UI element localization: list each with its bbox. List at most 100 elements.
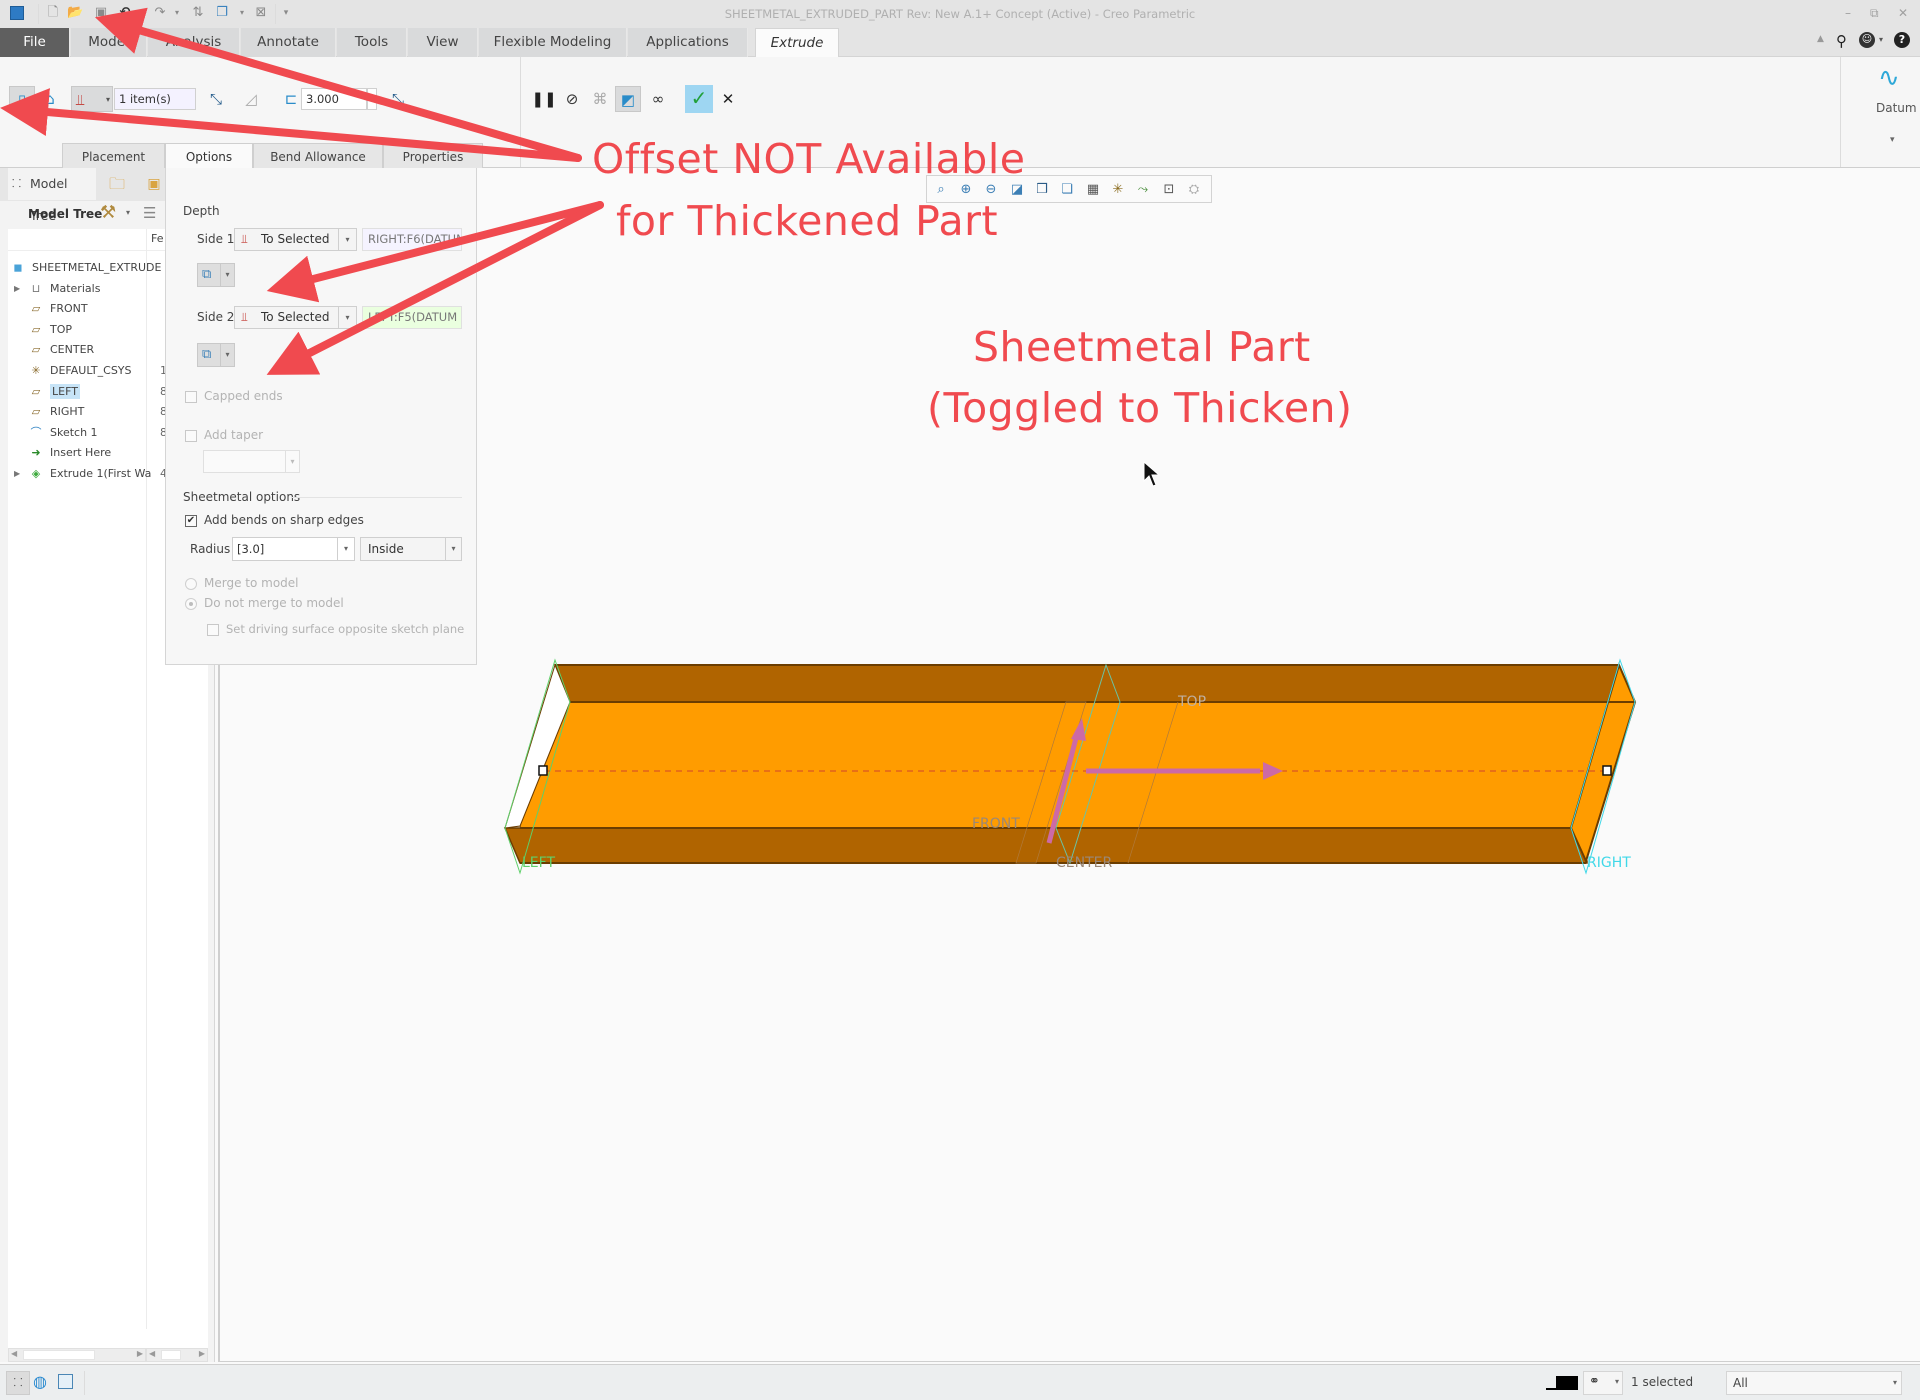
tab-properties[interactable]: Properties	[383, 143, 483, 169]
thickness-dropdown[interactable]	[367, 88, 377, 110]
side1-depth-dropdown[interactable]: ⫫ To Selected ▾	[234, 228, 357, 251]
tab-options[interactable]: Options	[165, 143, 253, 169]
surface-button[interactable]: ⌂	[37, 86, 63, 112]
community-dropdown-icon[interactable]: ▾	[1879, 35, 1883, 44]
side2-reference-field[interactable]: LEFT:F5(DATUM PLANE)	[362, 306, 462, 329]
tab-applications[interactable]: Applications	[628, 28, 748, 57]
add-taper-checkbox[interactable]	[185, 430, 197, 442]
tree-item[interactable]: ▶ ◈ Extrude 1(First Wa	[14, 464, 151, 484]
datum-label[interactable]: Datum	[1876, 101, 1917, 115]
find-button[interactable]: ⚭ ▾	[1583, 1371, 1623, 1395]
minimize-icon[interactable]: –	[1845, 6, 1851, 20]
tree-item[interactable]: ▱ FRONT	[16, 299, 88, 319]
driving-surface-checkbox[interactable]	[207, 624, 219, 636]
tab-view[interactable]: View	[408, 28, 478, 57]
side1-reference-field[interactable]: RIGHT:F6(DATUM PLANE)	[362, 228, 462, 251]
datum-icon[interactable]: ∿	[1878, 63, 1900, 93]
scroll-left-icon[interactable]: ◀	[11, 1349, 17, 1358]
add-bends-checkbox[interactable]: ✔	[185, 515, 197, 527]
tree-item[interactable]: ➜ Insert Here	[16, 443, 111, 463]
preview-button[interactable]: ⌘	[587, 86, 613, 112]
column-h-scrollbar[interactable]: ◀ ▶	[146, 1348, 208, 1362]
tree-item[interactable]: ▱ RIGHT	[16, 402, 85, 422]
scroll-right-icon[interactable]: ▶	[199, 1349, 205, 1358]
do-not-merge-radio[interactable]	[185, 598, 197, 610]
section-icon[interactable]: ⛭	[1184, 180, 1204, 200]
pause-button[interactable]: ❚❚	[531, 86, 557, 112]
thickness-input[interactable]: 3.000	[301, 88, 367, 110]
tree-item[interactable]: ▱ CENTER	[16, 340, 94, 360]
restore-icon[interactable]: ⧉	[1870, 6, 1879, 21]
tab-bend-allowance[interactable]: Bend Allowance	[253, 143, 383, 169]
tab-flexible-modeling[interactable]: Flexible Modeling	[479, 28, 627, 57]
browser-icon[interactable]: ◍	[33, 1372, 47, 1391]
collapse-ribbon-icon[interactable]: ▲	[1817, 34, 1824, 44]
side2-offset-dropdown[interactable]: ⧉ ▾	[197, 343, 235, 367]
tree-item[interactable]: ⌒ Sketch 1	[16, 423, 98, 443]
tab-file[interactable]: File	[0, 28, 70, 57]
tree-item[interactable]: ▶ ⊔ Materials	[14, 279, 100, 299]
remove-material-button[interactable]: ◿	[238, 86, 264, 112]
side2-depth-dropdown[interactable]: ⫫ To Selected ▾	[234, 306, 357, 329]
settings-icon[interactable]: ⚒	[100, 202, 116, 223]
column-header-feature[interactable]: Fe	[151, 232, 164, 245]
tab-placement[interactable]: Placement	[62, 143, 165, 169]
show-list-icon[interactable]: ☰	[143, 204, 156, 222]
solid-button[interactable]: ▯	[9, 86, 35, 112]
ok-button[interactable]: ✓	[685, 85, 713, 113]
tab-tools[interactable]: Tools	[337, 28, 407, 57]
annotation-display-icon[interactable]: ⊡	[1159, 180, 1179, 200]
close-icon[interactable]: ✕	[1898, 6, 1908, 20]
merge-to-model-radio[interactable]	[185, 578, 197, 590]
flip-thickness-button[interactable]: ⤡	[385, 86, 411, 112]
column-divider[interactable]	[146, 229, 147, 1329]
depth-type-dropdown[interactable]: ⫫ ▾	[71, 86, 113, 112]
scroll-left-icon[interactable]: ◀	[149, 1349, 155, 1358]
tab-analysis[interactable]: Analysis	[148, 28, 240, 57]
drag-handle-right[interactable]	[1602, 765, 1612, 776]
datum-display-filters-icon[interactable]: ✳	[1108, 180, 1128, 200]
tree-item[interactable]: ✳ DEFAULT_CSYS	[16, 361, 131, 381]
tree-item[interactable]: ▱ LEFT	[16, 382, 80, 402]
radius-side-dropdown[interactable]: Inside ▾	[360, 537, 462, 561]
expand-arrow-icon[interactable]: ▶	[14, 279, 20, 299]
tab-extrude[interactable]: Extrude	[755, 28, 839, 57]
cancel-button[interactable]: ✕	[715, 86, 741, 112]
radius-input[interactable]: [3.0] ▾	[232, 537, 355, 561]
capped-ends-checkbox[interactable]	[185, 391, 197, 403]
model-tree-tab[interactable]: ⸬ Model Tree	[8, 168, 96, 223]
search-icon[interactable]: ⚲	[1836, 32, 1847, 50]
scroll-right-icon[interactable]: ▶	[137, 1349, 143, 1358]
toggle-navigator-button[interactable]: ⸬	[6, 1371, 30, 1395]
tree-h-scrollbar[interactable]: ◀ ▶	[8, 1348, 146, 1362]
tree-item[interactable]: ▱ TOP	[16, 320, 72, 340]
verify-button[interactable]: ∞	[645, 86, 671, 112]
depth-reference-field[interactable]: 1 item(s)	[114, 88, 196, 110]
taper-angle-input[interactable]: ▾	[203, 450, 300, 473]
flip-direction-button[interactable]: ⤡	[203, 86, 229, 112]
favorites-tab[interactable]: ▣	[140, 168, 168, 200]
datum-dropdown-icon[interactable]: ▾	[1890, 135, 1895, 145]
verify-mode-button[interactable]: ◩	[615, 86, 641, 112]
spin-center-icon[interactable]: ⤳	[1133, 180, 1153, 200]
community-icon[interactable]: ☺	[1859, 32, 1875, 48]
view-manager-icon[interactable]: ▦	[1083, 180, 1103, 200]
scroll-thumb[interactable]	[23, 1350, 95, 1360]
selection-filter-dropdown[interactable]: All ▾	[1726, 1371, 1902, 1395]
full-screen-icon[interactable]	[58, 1374, 73, 1389]
scroll-thumb[interactable]	[161, 1350, 181, 1360]
side1-offset-dropdown[interactable]: ⧉ ▾	[197, 263, 235, 287]
drag-handle-left[interactable]	[538, 765, 548, 776]
help-icon[interactable]: ?	[1894, 32, 1910, 48]
no-preview-button[interactable]: ⊘	[559, 86, 585, 112]
repaint-icon[interactable]: ◪	[1007, 180, 1027, 200]
saved-orientations-icon[interactable]: ❏	[1057, 180, 1077, 200]
message-area-icon[interactable]	[1546, 1376, 1578, 1390]
settings-dropdown-icon[interactable]: ▾	[126, 208, 130, 217]
display-style-icon[interactable]: ❒	[1032, 180, 1052, 200]
tab-annotate[interactable]: Annotate	[241, 28, 336, 57]
expand-arrow-icon[interactable]: ▶	[14, 464, 20, 484]
folder-browser-tab[interactable]: 🗀	[98, 168, 136, 200]
tree-item[interactable]: ◼ SHEETMETAL_EXTRUDE	[10, 258, 161, 278]
tab-model[interactable]: Model	[71, 28, 147, 57]
